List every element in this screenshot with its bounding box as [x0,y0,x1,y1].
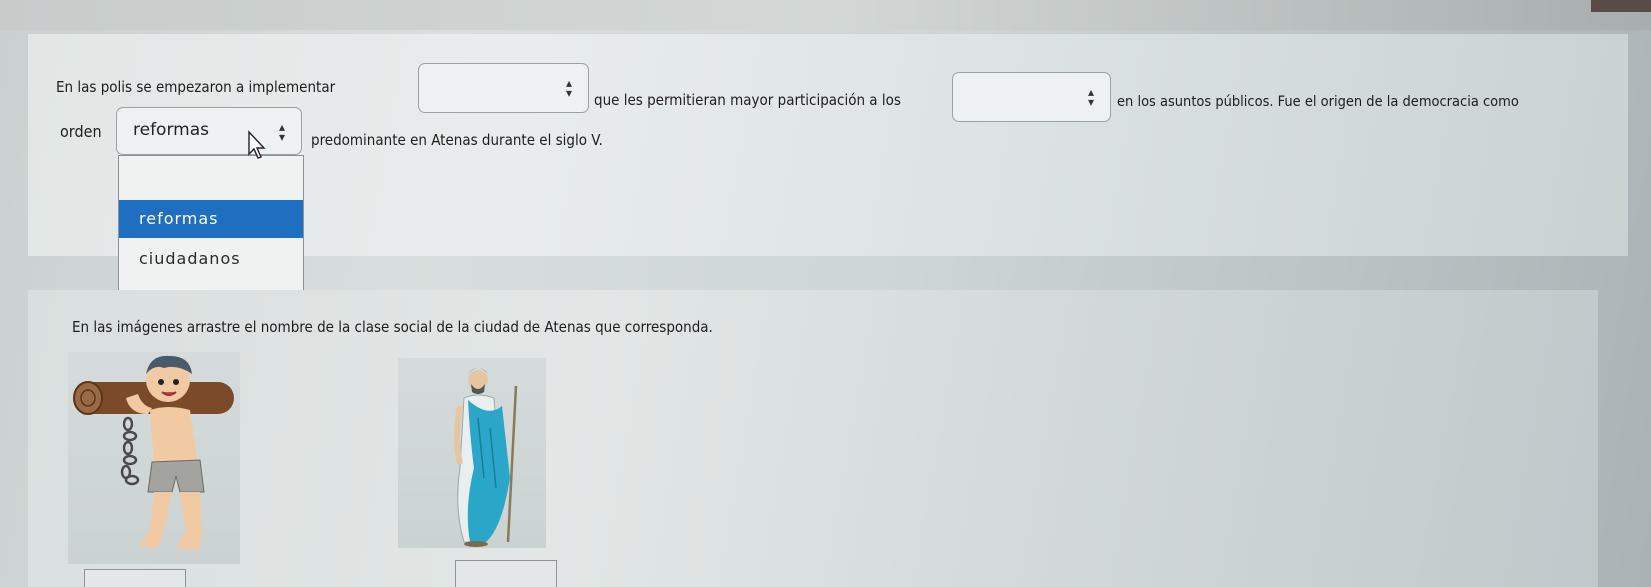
citizen-image [398,358,546,548]
sentence-part-3: en los asuntos públicos. Fue el origen d… [1117,94,1519,110]
window-corner [1591,0,1651,12]
select-arrows-icon: ▴ ▾ [278,120,285,144]
select-dropdown-1[interactable]: ▴ ▾ [418,63,589,113]
slave-image [68,352,240,564]
sentence-part-4: orden [60,122,102,141]
select-dropdown-2[interactable]: ▴ ▾ [952,72,1111,122]
option-reformas[interactable]: reformas [119,200,303,238]
question-2-instruction: En las imágenes arrastre el nombre de la… [72,318,713,336]
mouse-cursor-icon [247,130,269,164]
sentence-part-2: que les permitieran mayor participación … [594,91,901,109]
sentence-part-1: En las polis se empezaron a implementar [56,78,336,96]
option-ciudadanos[interactable]: ciudadanos [119,240,303,278]
drop-target-1[interactable] [84,569,186,587]
select-arrows-icon: ▴ ▾ [1087,85,1094,109]
option-empty[interactable] [119,156,303,194]
drop-target-2[interactable] [455,560,557,587]
select-3-value: reformas [133,120,209,140]
top-strip [0,0,1651,30]
select-arrows-icon: ▴ ▾ [565,76,572,100]
sentence-part-5: predominante en Atenas durante el siglo … [311,131,603,149]
select-dropdown-3[interactable]: reformas ▴ ▾ [116,107,302,155]
